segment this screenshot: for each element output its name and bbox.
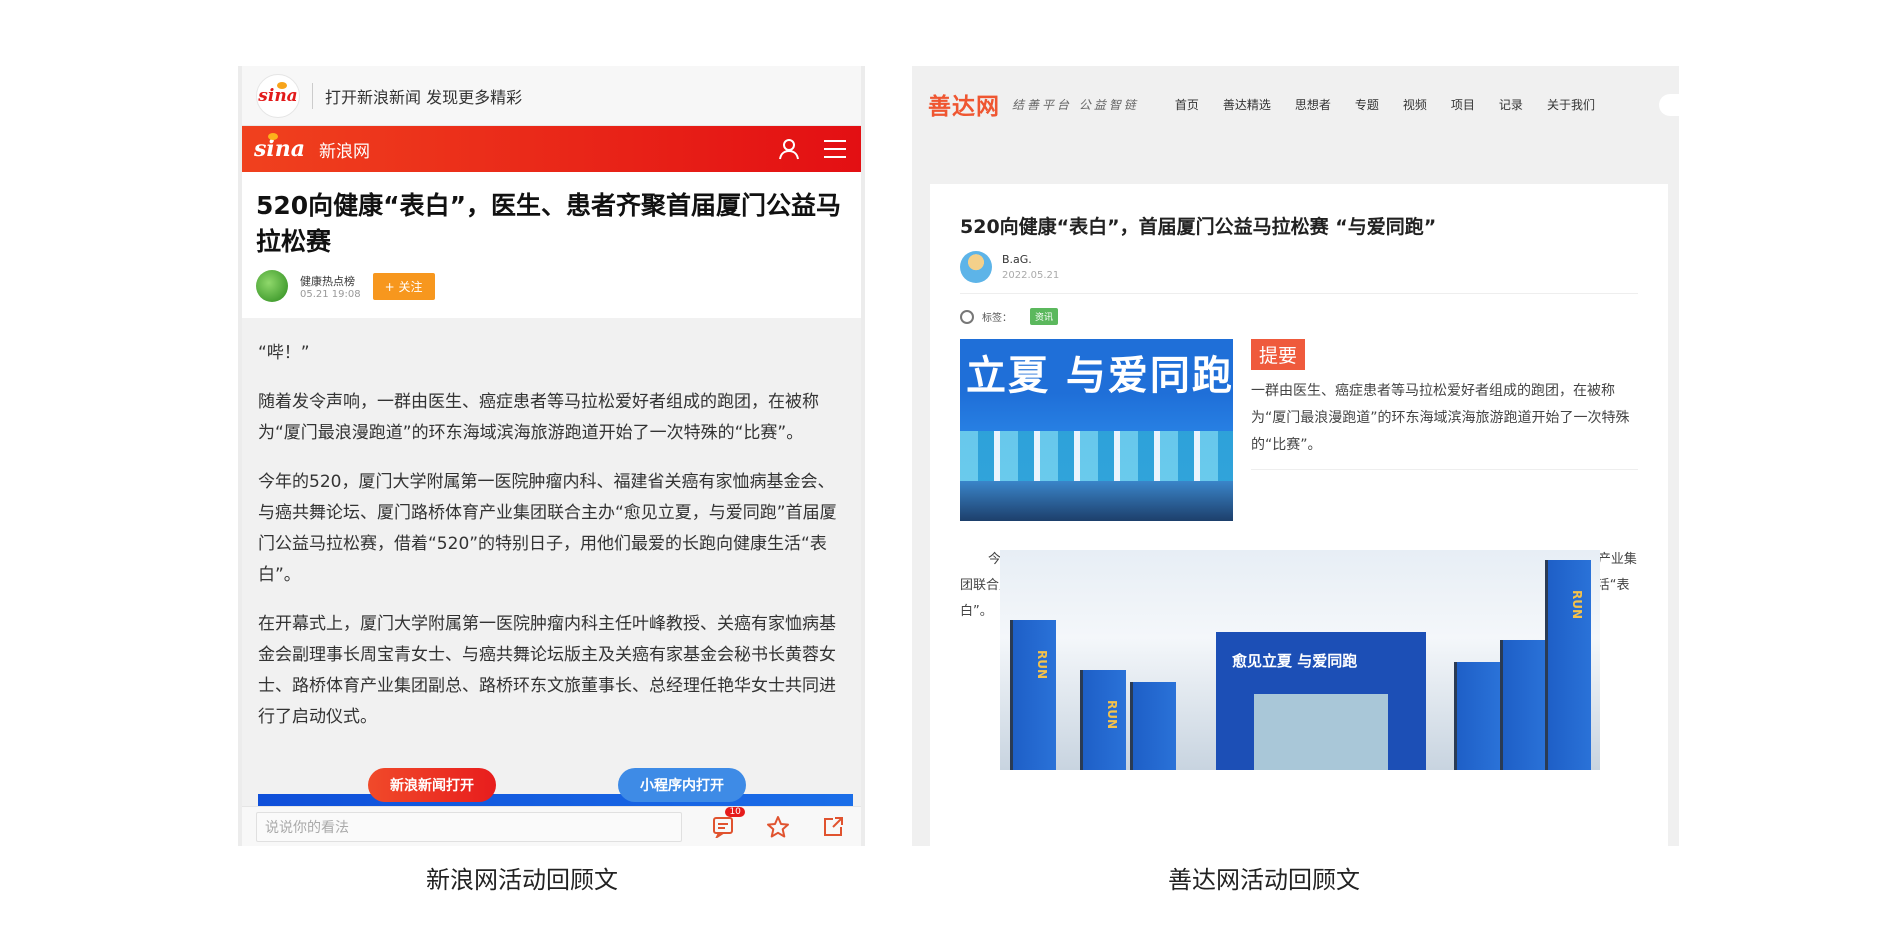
flag: RUN [1545,560,1591,770]
sina-app-banner[interactable]: sina 打开新浪新闻 发现更多精彩 [242,66,861,126]
sina-article-screenshot: sina 打开新浪新闻 发现更多精彩 sina 新浪网 520向健康“表白”，医… [238,66,865,846]
avatar[interactable] [256,270,288,302]
app-slogan: 打开新浪新闻 发现更多精彩 [325,87,523,107]
nav-item[interactable]: 项目 [1451,96,1475,113]
left-caption: 新浪网活动回顾文 [426,866,618,894]
right-caption: 善达网活动回顾文 [1168,866,1360,894]
menu-icon[interactable] [821,135,849,163]
author-row: 健康热点榜 05.21 19:08 + 关注 [256,270,847,302]
search-box[interactable] [1659,94,1679,116]
nav-item[interactable]: 视频 [1403,96,1427,113]
event-photo: 立夏 与爱同跑 [960,339,1233,521]
author-name[interactable]: 健康热点榜 [300,273,361,289]
site-tagline: 结善平台 公益智链 [1012,97,1139,112]
paragraph: 随着发令声响，一群由医生、癌症患者等马拉松爱好者组成的跑团，在被称为“厦门最浪漫… [258,392,819,443]
user-icon[interactable] [775,135,803,163]
comment-input[interactable]: 说说你的看法 [256,811,682,842]
paragraph: “哔！” [258,343,310,363]
comment-count-badge: 10 [725,806,745,817]
sina-logo[interactable]: sina [254,133,305,162]
open-in-app-button[interactable]: 新浪新闻打开 [368,768,496,802]
race-gate: 愈见立夏 与爱同跑 [1216,632,1426,770]
article-body: “哔！” 随着发令声响，一群由医生、癌症患者等马拉松爱好者组成的跑团，在被称为“… [242,318,861,733]
tags-row: 标签： 资讯 [960,308,1638,325]
avatar[interactable] [960,251,992,283]
sina-header-bar: sina 新浪网 [242,126,861,172]
nav-item[interactable]: 记录 [1499,96,1523,113]
star-icon[interactable] [765,813,792,841]
paragraph: 今年的520，厦门大学附属第一医院肿瘤内科、福建省关癌有家恤病基金会、与癌共舞论… [258,472,837,585]
nav-item[interactable]: 关于我们 [1547,96,1595,113]
comment-icon[interactable]: 10 [710,806,745,841]
nav-item[interactable]: 首页 [1175,96,1199,113]
flag: RUN [1010,620,1056,770]
publish-time: 05.21 19:08 [300,288,361,300]
flag: RUN [1080,670,1126,770]
nav-item[interactable]: 善达精选 [1223,96,1271,113]
author-name[interactable]: B.aG. [1002,253,1059,266]
race-gate-photo: RUN RUN 愈见立夏 与爱同跑 RUN [1000,550,1600,770]
flag [1454,662,1500,770]
gate-text: 愈见立夏 与爱同跑 [1232,652,1358,670]
bottom-toolbar: 说说你的看法 10 [242,806,861,846]
paragraph: 在开幕式上，厦门大学附属第一医院肿瘤内科主任叶峰教授、关癌有家恤病基金会副理事长… [258,614,836,727]
open-buttons: 新浪新闻打开 小程序内打开 [242,768,861,808]
flag [1500,640,1546,770]
shanda-article-screenshot: 善达网 结善平台 公益智链 首页 善达精选 思想者 专题 视频 项目 记录 关于… [912,66,1679,846]
nav-item[interactable]: 思想者 [1295,96,1331,113]
shanda-logo[interactable]: 善达网 [928,87,1000,121]
comparison-figure: sina 打开新浪新闻 发现更多精彩 sina 新浪网 520向健康“表白”，医… [0,0,1901,945]
follow-button[interactable]: + 关注 [372,272,435,300]
crowd-front [960,481,1233,521]
summary-label: 提要 [1251,339,1306,370]
flag [1130,682,1176,770]
photo-banner-text: 立夏 与爱同跑 [966,353,1233,399]
author-row: B.aG. 2022.05.21 [960,251,1638,294]
site-nav: 善达网 结善平台 公益智链 首页 善达精选 思想者 专题 视频 项目 记录 关于… [912,66,1679,142]
summary-block: 提要 一群由医生、癌症患者等马拉松爱好者组成的跑团，在被称为“厦门最浪漫跑道”的… [1251,339,1638,521]
site-name[interactable]: 新浪网 [319,137,757,162]
feature-block: 立夏 与爱同跑 提要 一群由医生、癌症患者等马拉松爱好者组成的跑团，在被称为“厦… [960,339,1638,521]
nav-menu: 首页 善达精选 思想者 专题 视频 项目 记录 关于我们 [1175,96,1619,113]
article-title: 520向健康“表白”，医生、患者齐聚首届厦门公益马拉松赛 [256,191,842,256]
sina-logo-icon: sina [256,73,300,118]
publish-date: 2022.05.21 [1002,270,1060,281]
tag-pill[interactable]: 资讯 [1030,308,1059,325]
divider [312,82,313,109]
tags-label: 标签： [982,313,1012,324]
article-title: 520向健康“表白”，首届厦门公益马拉松赛 “与爱同跑” [960,216,1437,238]
open-in-mini-program-button[interactable]: 小程序内打开 [618,768,746,802]
nav-item[interactable]: 专题 [1355,96,1379,113]
summary-text: 一群由医生、癌症患者等马拉松爱好者组成的跑团，在被称为“厦门最浪漫跑道”的环东海… [1251,378,1638,470]
share-icon[interactable] [820,813,847,841]
article-header: 520向健康“表白”，医生、患者齐聚首届厦门公益马拉松赛 健康热点榜 05.21… [242,172,861,318]
clock-icon [960,309,974,324]
